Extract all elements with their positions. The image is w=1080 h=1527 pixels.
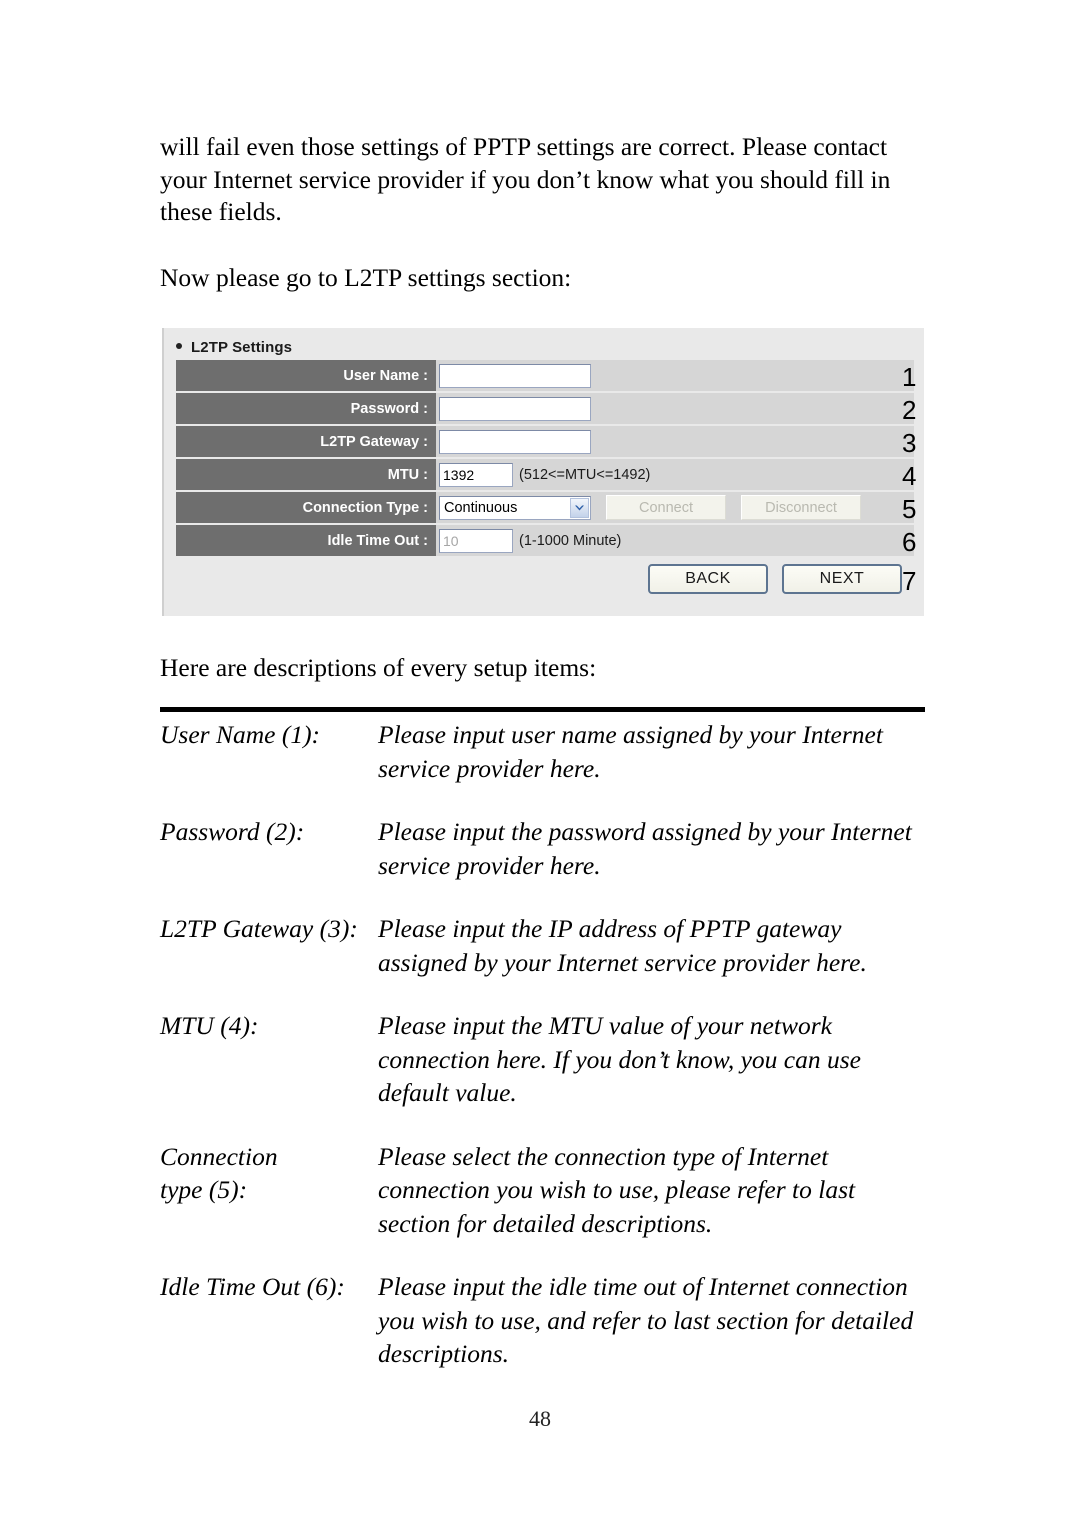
callout-7: 7 bbox=[902, 566, 917, 596]
callout-4: 4 bbox=[902, 461, 917, 491]
row-mtu: MTU : (512<=MTU<=1492) bbox=[176, 459, 914, 490]
description-definition: Please select the connection type of Int… bbox=[378, 1141, 856, 1238]
password-input[interactable] bbox=[439, 396, 591, 421]
connection-type-selected-value: Continuous bbox=[444, 499, 518, 516]
description-term: MTU (4): bbox=[160, 1011, 259, 1040]
description-term: Idle Time Out (6): bbox=[160, 1272, 345, 1301]
callout-1: 1 bbox=[902, 362, 917, 392]
l2tp-settings-heading-label: L2TP Settings bbox=[191, 339, 293, 356]
label-password: Password : bbox=[176, 393, 436, 424]
field-user-name bbox=[436, 360, 914, 391]
description-row: Password (2): Please input the password … bbox=[160, 815, 925, 882]
row-user-name: User Name : bbox=[176, 360, 914, 391]
paragraph-now-go-to-l2tp: Now please go to L2TP settings section: bbox=[160, 263, 572, 292]
label-connection-type: Connection Type : bbox=[176, 492, 436, 523]
label-l2tp-gateway: L2TP Gateway : bbox=[176, 426, 436, 457]
description-row: L2TP Gateway (3): Please input the IP ad… bbox=[160, 912, 925, 979]
row-password: Password : bbox=[176, 393, 914, 424]
descriptions-table: User Name (1): Please input user name as… bbox=[160, 718, 925, 1401]
description-term: Connection type (5): bbox=[160, 1141, 278, 1205]
next-button[interactable]: NEXT bbox=[782, 564, 902, 594]
description-definition: Please input the idle time out of Intern… bbox=[378, 1272, 914, 1368]
bullet-icon bbox=[176, 343, 182, 349]
horizontal-rule bbox=[160, 707, 925, 712]
connect-button[interactable]: Connect bbox=[606, 495, 726, 520]
callout-5: 5 bbox=[902, 494, 917, 524]
document-page: will fail even those settings of PPTP se… bbox=[0, 0, 1080, 1527]
row-connection-type: Connection Type : Continuous Connect Dis… bbox=[176, 492, 914, 523]
chevron-down-icon[interactable] bbox=[570, 497, 589, 518]
description-row: MTU (4): Please input the MTU value of y… bbox=[160, 1009, 925, 1110]
description-row: Connection type (5): Please select the c… bbox=[160, 1140, 925, 1241]
connection-type-select[interactable]: Continuous bbox=[439, 495, 591, 520]
field-l2tp-gateway bbox=[436, 426, 914, 457]
description-definition: Please input user name assigned by your … bbox=[378, 720, 883, 783]
description-term: Password (2): bbox=[160, 817, 305, 846]
paragraph-intro: will fail even those settings of PPTP se… bbox=[160, 132, 891, 226]
description-row: Idle Time Out (6): Please input the idle… bbox=[160, 1270, 925, 1371]
callout-6: 6 bbox=[902, 527, 917, 557]
description-term: L2TP Gateway (3): bbox=[160, 914, 358, 943]
field-password bbox=[436, 393, 914, 424]
router-screenshot-panel: L2TP Settings User Name : Password : L2T… bbox=[162, 328, 924, 616]
row-l2tp-gateway: L2TP Gateway : bbox=[176, 426, 914, 457]
field-idle-time-out: (1-1000 Minute) bbox=[436, 525, 914, 556]
callout-number-column: 1 2 3 4 5 6 7 bbox=[902, 328, 942, 616]
l2tp-settings-heading: L2TP Settings bbox=[176, 339, 292, 356]
page-number: 48 bbox=[529, 1406, 551, 1431]
label-mtu: MTU : bbox=[176, 459, 436, 490]
description-definition: Please input the MTU value of your netwo… bbox=[378, 1011, 861, 1107]
idle-time-out-range-hint: (1-1000 Minute) bbox=[519, 532, 622, 549]
wizard-nav-buttons: BACK NEXT bbox=[164, 564, 902, 594]
description-row: User Name (1): Please input user name as… bbox=[160, 718, 925, 785]
disconnect-button[interactable]: Disconnect bbox=[741, 495, 861, 520]
idle-time-out-input[interactable] bbox=[439, 528, 513, 553]
description-definition: Please input the password assigned by yo… bbox=[378, 817, 912, 880]
callout-2: 2 bbox=[902, 395, 917, 425]
paragraph-here-are-descriptions: Here are descriptions of every setup ite… bbox=[160, 653, 597, 682]
description-definition: Please input the IP address of PPTP gate… bbox=[378, 914, 867, 977]
row-idle-time-out: Idle Time Out : (1-1000 Minute) bbox=[176, 525, 914, 556]
description-term: User Name (1): bbox=[160, 720, 321, 749]
l2tp-settings-form: User Name : Password : L2TP Gateway : MT… bbox=[176, 360, 914, 558]
callout-3: 3 bbox=[902, 428, 917, 458]
l2tp-gateway-input[interactable] bbox=[439, 429, 591, 454]
user-name-input[interactable] bbox=[439, 363, 591, 388]
label-user-name: User Name : bbox=[176, 360, 436, 391]
label-idle-time-out: Idle Time Out : bbox=[176, 525, 436, 556]
mtu-input[interactable] bbox=[439, 462, 513, 487]
field-connection-type: Continuous Connect Disconnect bbox=[436, 492, 914, 523]
field-mtu: (512<=MTU<=1492) bbox=[436, 459, 914, 490]
back-button[interactable]: BACK bbox=[648, 564, 768, 594]
mtu-range-hint: (512<=MTU<=1492) bbox=[519, 466, 651, 483]
